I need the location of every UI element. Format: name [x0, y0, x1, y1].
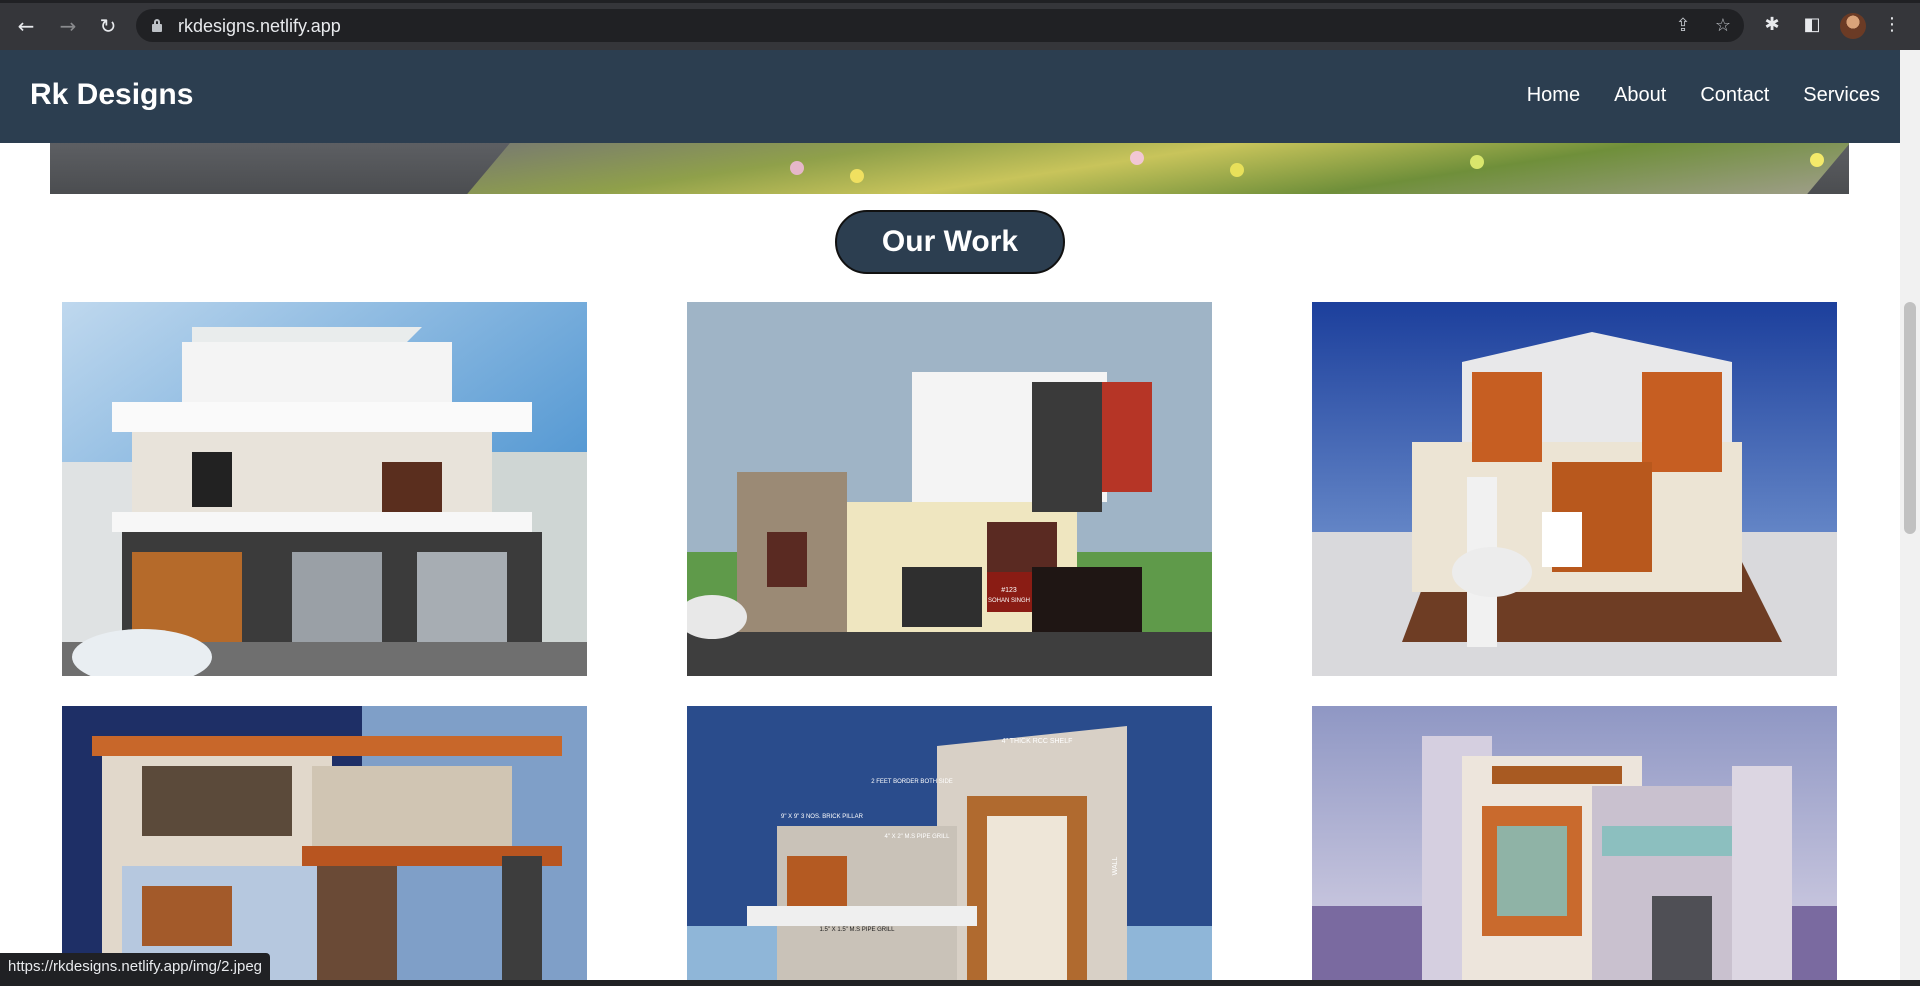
kebab-menu-icon[interactable]: ⋮	[1880, 13, 1904, 37]
gallery-image-3[interactable]	[1312, 302, 1837, 676]
drawing-annotation: 4" THICK RCC SHELF	[1002, 738, 1073, 745]
nav-services[interactable]: Services	[1803, 84, 1880, 107]
address-bar[interactable]: rkdesigns.netlify.app ⇪ ☆	[136, 9, 1744, 42]
garden-bed	[467, 143, 1849, 194]
brand-logo[interactable]: Rk Designs	[30, 78, 193, 112]
hero-image-bottom	[50, 143, 1849, 194]
flower-shape	[1130, 151, 1144, 165]
back-arrow-icon[interactable]: ←	[12, 12, 40, 40]
lock-icon[interactable]	[152, 19, 162, 32]
page-viewport: Rk Designs Home About Contact Services O…	[0, 50, 1900, 980]
drawing-annotation: 9" X 9" 3 NOS. BRICK PILLAR	[781, 814, 864, 820]
side-panel-icon[interactable]: ◧	[1800, 13, 1824, 37]
gallery-image-2[interactable]: #123 SOHAN SINGH	[687, 302, 1212, 676]
star-icon[interactable]: ☆	[1712, 15, 1734, 37]
drawing-annotation: WALL	[1112, 856, 1119, 875]
drawing-annotation: 2 FEET BORDER BOTH SIDE	[871, 779, 953, 785]
gallery-image-4[interactable]	[62, 706, 587, 980]
site-header: Rk Designs Home About Contact Services	[0, 50, 1900, 143]
house-sign: #123	[1001, 587, 1017, 594]
browser-toolbar: ← → ↻ rkdesigns.netlify.app ⇪ ☆ ✱ ◧ ⋮	[0, 0, 1920, 50]
nav-home[interactable]: Home	[1527, 84, 1580, 107]
gallery-image-6[interactable]	[1312, 706, 1837, 980]
house-sign: SOHAN SINGH	[988, 598, 1030, 604]
url-text[interactable]: rkdesigns.netlify.app	[178, 16, 341, 37]
flower-shape	[790, 161, 804, 175]
tab-strip-edge	[0, 0, 1920, 3]
main-nav: Home About Contact Services	[1493, 84, 1880, 107]
page-scrollbar[interactable]	[1900, 50, 1920, 980]
scrollbar-thumb[interactable]	[1904, 302, 1916, 534]
drawing-annotation: 1.5" X 1.5" M.S PIPE GRILL	[820, 927, 896, 933]
window-bottom-edge	[0, 980, 1920, 986]
gallery-image-1[interactable]	[62, 302, 587, 676]
flower-shape	[850, 169, 864, 183]
nav-about[interactable]: About	[1614, 84, 1666, 107]
gallery-image-5[interactable]: 4" THICK RCC SHELF 2 FEET BORDER BOTH SI…	[687, 706, 1212, 980]
flower-shape	[1810, 153, 1824, 167]
link-hover-status: https://rkdesigns.netlify.app/img/2.jpeg	[0, 953, 271, 980]
reload-icon[interactable]: ↻	[94, 12, 122, 40]
nav-contact[interactable]: Contact	[1700, 84, 1769, 107]
drawing-annotation: 4" X 2" M.S PIPE GRILL	[885, 834, 951, 840]
profile-avatar[interactable]	[1840, 13, 1866, 39]
share-icon[interactable]: ⇪	[1672, 15, 1694, 37]
section-title-our-work: Our Work	[835, 210, 1065, 274]
forward-arrow-icon[interactable]: →	[54, 12, 82, 40]
flower-shape	[1230, 163, 1244, 177]
flower-shape	[1470, 155, 1484, 169]
puzzle-icon[interactable]: ✱	[1760, 13, 1784, 37]
